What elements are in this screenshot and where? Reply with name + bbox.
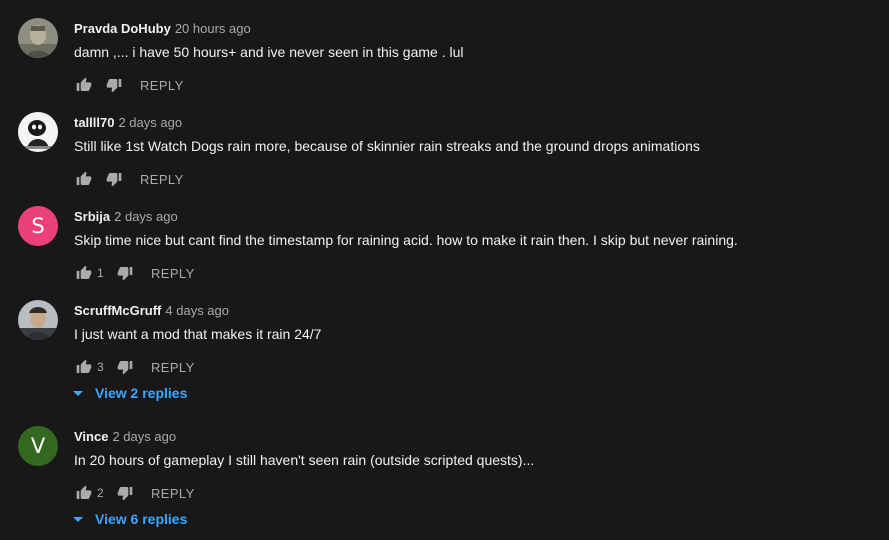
view-replies-button[interactable]: View 6 replies [72, 510, 187, 528]
dislike-button[interactable] [113, 481, 137, 505]
like-button[interactable] [72, 481, 96, 505]
comment-text: Skip time nice but cant find the timesta… [74, 232, 738, 248]
like-button[interactable] [72, 167, 96, 191]
avatar[interactable] [18, 18, 58, 58]
thumbs-up-icon [76, 77, 92, 91]
comment-header: Srbija 2 days ago [74, 208, 178, 226]
published-time[interactable]: 2 days ago [114, 209, 178, 224]
avatar-photo-icon [18, 18, 58, 58]
author-name[interactable]: tallll70 [74, 115, 114, 130]
view-replies-label: View 2 replies [95, 385, 188, 401]
author-name[interactable]: ScruffMcGruff [74, 303, 161, 318]
comment-text: damn ,... i have 50 hours+ and ive never… [74, 44, 464, 60]
caret-down-icon [72, 513, 84, 525]
reply-button[interactable]: REPLY [151, 486, 195, 501]
dislike-button[interactable] [113, 355, 137, 379]
reply-button[interactable]: REPLY [151, 266, 195, 281]
dislike-button[interactable] [102, 167, 126, 191]
avatar-photo-icon [18, 300, 58, 340]
thumbs-down-icon [117, 267, 133, 281]
like-button[interactable] [72, 261, 96, 285]
comment-actions: 3 REPLY [72, 355, 195, 379]
published-time[interactable]: 4 days ago [165, 303, 229, 318]
comment-header: ScruffMcGruff 4 days ago [74, 302, 229, 320]
comments-section: Pravda DoHuby 20 hours ago damn ,... i ha… [0, 0, 889, 540]
thumbs-up-icon [76, 171, 92, 185]
reply-button[interactable]: REPLY [140, 78, 184, 93]
avatar[interactable] [18, 300, 58, 340]
like-count: 1 [97, 266, 104, 280]
thumbs-up-icon [76, 359, 92, 373]
avatar-letter: V [30, 434, 46, 458]
comment-header: tallll70 2 days ago [74, 114, 182, 132]
comment-actions: 1 REPLY [72, 261, 195, 285]
comment-actions: REPLY [72, 73, 184, 97]
avatar-letter: S [31, 214, 45, 238]
thumbs-down-icon [106, 79, 122, 93]
comment-text: I just want a mod that makes it rain 24/… [74, 326, 322, 342]
avatar[interactable]: S [18, 206, 58, 246]
thumbs-down-icon [117, 361, 133, 375]
avatar[interactable]: V [18, 426, 58, 466]
view-replies-label: View 6 replies [95, 511, 188, 527]
caret-down-icon [72, 387, 84, 399]
comment-header: Pravda DoHuby 20 hours ago [74, 20, 251, 38]
published-time[interactable]: 20 hours ago [175, 21, 251, 36]
like-count: 3 [97, 360, 104, 374]
comment-actions: 2 REPLY [72, 481, 195, 505]
published-time[interactable]: 2 days ago [112, 429, 176, 444]
thumbs-down-icon [117, 487, 133, 501]
avatar-photo-icon [18, 112, 58, 152]
author-name[interactable]: Vince [74, 429, 108, 444]
dislike-button[interactable] [102, 73, 126, 97]
comment-text: In 20 hours of gameplay I still haven't … [74, 452, 535, 468]
like-count: 2 [97, 486, 104, 500]
comment-actions: REPLY [72, 167, 184, 191]
like-button[interactable] [72, 73, 96, 97]
thumbs-up-icon [76, 485, 92, 499]
comment-header: Vince 2 days ago [74, 428, 176, 446]
like-button[interactable] [72, 355, 96, 379]
author-name[interactable]: Pravda DoHuby [74, 21, 171, 36]
dislike-button[interactable] [113, 261, 137, 285]
reply-button[interactable]: REPLY [151, 360, 195, 375]
reply-button[interactable]: REPLY [140, 172, 184, 187]
author-name[interactable]: Srbija [74, 209, 110, 224]
published-time[interactable]: 2 days ago [118, 115, 182, 130]
thumbs-up-icon [76, 265, 92, 279]
thumbs-down-icon [106, 173, 122, 187]
comment-text: Still like 1st Watch Dogs rain more, bec… [74, 138, 700, 154]
view-replies-button[interactable]: View 2 replies [72, 384, 187, 402]
avatar[interactable] [18, 112, 58, 152]
